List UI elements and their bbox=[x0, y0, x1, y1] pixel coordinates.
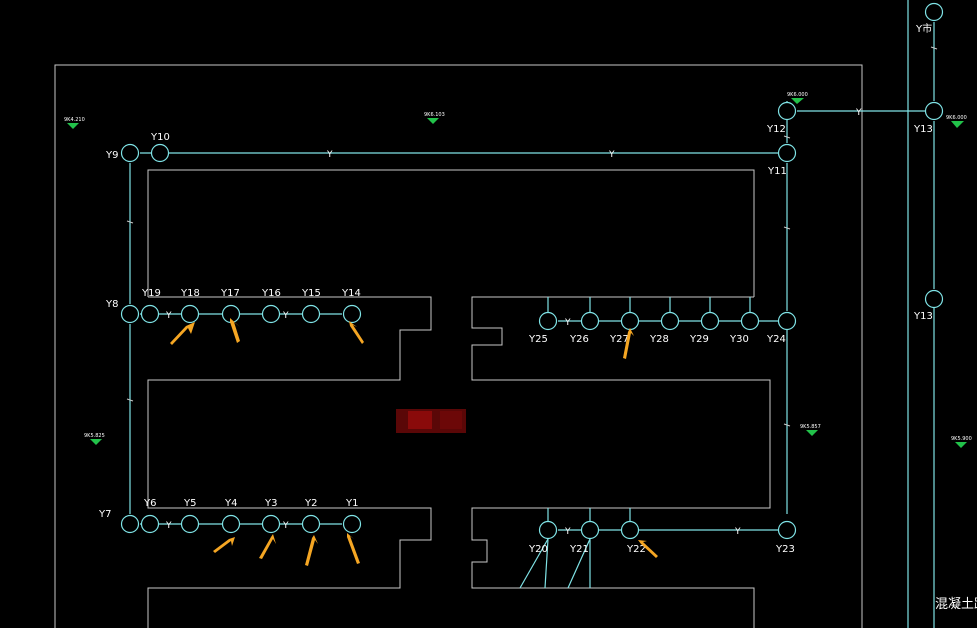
label-y10: Y10 bbox=[150, 132, 170, 143]
manhole-y9[interactable] bbox=[120, 143, 140, 163]
manhole-y15[interactable] bbox=[301, 304, 321, 324]
label-y9: Y9 bbox=[105, 150, 118, 161]
label-y5: Y5 bbox=[183, 498, 196, 509]
manhole-y21[interactable] bbox=[580, 520, 600, 540]
manhole-y4[interactable] bbox=[221, 514, 241, 534]
label-y17: Y17 bbox=[220, 288, 240, 299]
cad-drawing-canvas: Y9 Y10 Y11 Y12 Y13 Y13 Y市 Y8 Y19 Y18 Y17… bbox=[0, 0, 977, 628]
manhole-y13b[interactable] bbox=[924, 289, 944, 309]
svg-text:Y: Y bbox=[282, 311, 289, 321]
manhole-y26[interactable] bbox=[580, 311, 600, 331]
label-y7: Y7 bbox=[98, 509, 111, 520]
manhole-y14[interactable] bbox=[342, 304, 362, 324]
manhole-y3[interactable] bbox=[261, 514, 281, 534]
svg-text:Y: Y bbox=[608, 150, 615, 160]
manhole-y6[interactable] bbox=[140, 514, 160, 534]
manhole-y10[interactable] bbox=[150, 143, 170, 163]
svg-text:Y: Y bbox=[326, 150, 333, 160]
label-y20: Y20 bbox=[528, 544, 548, 555]
manhole-y22[interactable] bbox=[620, 520, 640, 540]
label-y13: Y13 bbox=[913, 124, 933, 135]
manhole-y27[interactable] bbox=[620, 311, 640, 331]
label-y3: Y3 bbox=[264, 498, 277, 509]
label-y2: Y2 bbox=[304, 498, 317, 509]
manhole-y12[interactable] bbox=[777, 101, 797, 121]
label-y28: Y28 bbox=[649, 334, 669, 345]
label-y30: Y30 bbox=[729, 334, 749, 345]
svg-text:9K6.103: 9K6.103 bbox=[424, 112, 445, 118]
label-y26: Y26 bbox=[569, 334, 589, 345]
svg-text:9K5.857: 9K5.857 bbox=[800, 424, 821, 430]
manhole-y24[interactable] bbox=[777, 311, 797, 331]
svg-text:9K6.000: 9K6.000 bbox=[787, 92, 808, 98]
svg-text:9K4.210: 9K4.210 bbox=[64, 117, 85, 123]
label-y8: Y8 bbox=[105, 299, 118, 310]
manhole-y11[interactable] bbox=[777, 143, 797, 163]
manhole-y18[interactable] bbox=[180, 304, 200, 324]
label-y25: Y25 bbox=[528, 334, 548, 345]
label-y13b: Y13 bbox=[913, 311, 933, 322]
manhole-y-top[interactable] bbox=[924, 2, 944, 22]
svg-text:Y: Y bbox=[734, 527, 741, 537]
manhole-y5[interactable] bbox=[180, 514, 200, 534]
manhole-y8[interactable] bbox=[120, 304, 140, 324]
svg-text:Y: Y bbox=[855, 108, 862, 118]
svg-text:9K5.900: 9K5.900 bbox=[951, 436, 972, 442]
label-y4: Y4 bbox=[224, 498, 237, 509]
svg-text:Y: Y bbox=[165, 311, 172, 321]
manhole-y20[interactable] bbox=[538, 520, 558, 540]
manhole-y1[interactable] bbox=[342, 514, 362, 534]
label-y11: Y11 bbox=[767, 166, 787, 177]
manhole-y30[interactable] bbox=[740, 311, 760, 331]
road-label: 混凝土路 bbox=[935, 596, 977, 612]
manhole-y13[interactable] bbox=[924, 101, 944, 121]
svg-text:Y: Y bbox=[282, 521, 289, 531]
svg-text:9K6.000: 9K6.000 bbox=[946, 115, 967, 121]
label-y16: Y16 bbox=[261, 288, 281, 299]
svg-text:Y: Y bbox=[564, 527, 571, 537]
label-y24: Y24 bbox=[766, 334, 786, 345]
label-y21: Y21 bbox=[569, 544, 589, 555]
redacted-blur bbox=[396, 409, 466, 433]
manhole-y2[interactable] bbox=[301, 514, 321, 534]
svg-text:Y: Y bbox=[564, 318, 571, 328]
label-y14: Y14 bbox=[341, 288, 361, 299]
label-y12: Y12 bbox=[766, 124, 786, 135]
label-y15: Y15 bbox=[301, 288, 321, 299]
label-y19: Y19 bbox=[141, 288, 161, 299]
label-y1: Y1 bbox=[345, 498, 358, 509]
svg-text:9K5.825: 9K5.825 bbox=[84, 433, 105, 439]
manhole-y29[interactable] bbox=[700, 311, 720, 331]
svg-text:Y: Y bbox=[165, 521, 172, 531]
label-y18: Y18 bbox=[180, 288, 200, 299]
manhole-y28[interactable] bbox=[660, 311, 680, 331]
manhole-y16[interactable] bbox=[261, 304, 281, 324]
manhole-y23[interactable] bbox=[777, 520, 797, 540]
label-y29: Y29 bbox=[689, 334, 709, 345]
label-y6: Y6 bbox=[143, 498, 156, 509]
manhole-y25[interactable] bbox=[538, 311, 558, 331]
manhole-y7[interactable] bbox=[120, 514, 140, 534]
manhole-y19[interactable] bbox=[140, 304, 160, 324]
label-y-top: Y市 bbox=[915, 22, 932, 35]
label-y23: Y23 bbox=[775, 544, 795, 555]
